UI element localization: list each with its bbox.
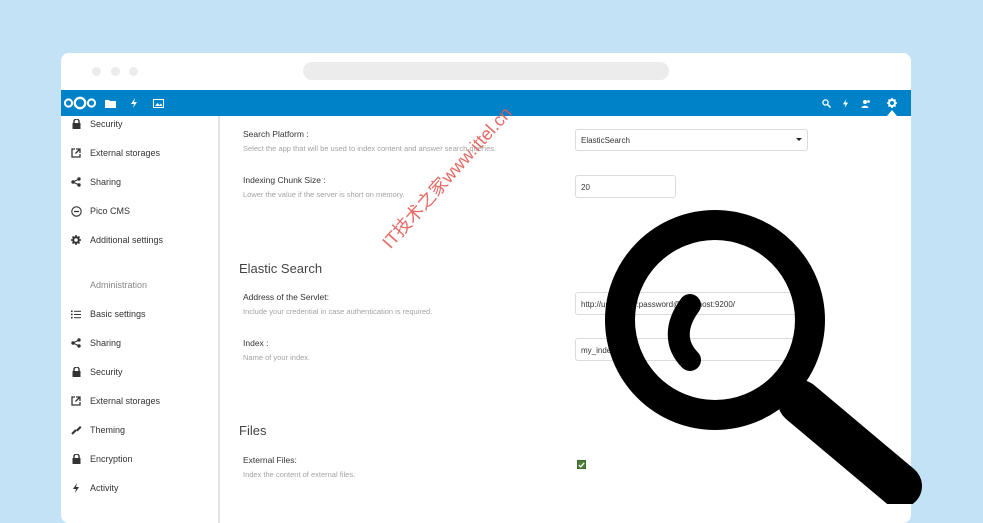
magnifier-icon	[605, 210, 922, 504]
